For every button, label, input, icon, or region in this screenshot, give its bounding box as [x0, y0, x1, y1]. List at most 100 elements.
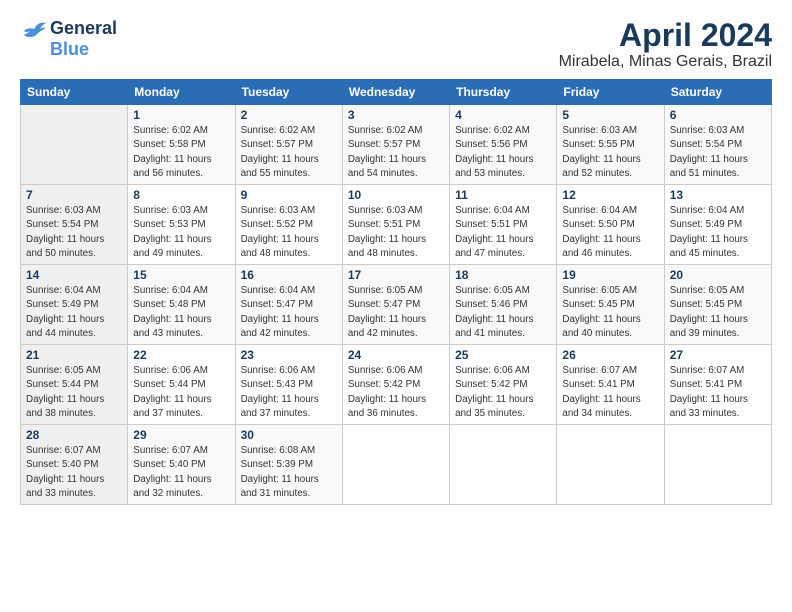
day-number: 9 — [241, 188, 337, 202]
day-info: Sunrise: 6:02 AM Sunset: 5:57 PM Dayligh… — [348, 124, 444, 181]
day-info: Sunrise: 6:07 AM Sunset: 5:40 PM Dayligh… — [26, 444, 122, 501]
title-block: April 2024 Mirabela, Minas Gerais, Brazi… — [559, 18, 772, 71]
day-number: 22 — [133, 348, 229, 362]
day-number: 26 — [562, 348, 658, 362]
day-info: Sunrise: 6:04 AM Sunset: 5:48 PM Dayligh… — [133, 284, 229, 341]
day-info: Sunrise: 6:04 AM Sunset: 5:51 PM Dayligh… — [455, 204, 551, 261]
calendar-cell: 22 Sunrise: 6:06 AM Sunset: 5:44 PM Dayli… — [128, 345, 235, 425]
header-tuesday: Tuesday — [235, 80, 342, 105]
page-title: April 2024 — [559, 18, 772, 53]
day-info: Sunrise: 6:03 AM Sunset: 5:53 PM Dayligh… — [133, 204, 229, 261]
calendar-cell: 7 Sunrise: 6:03 AM Sunset: 5:54 PM Daylig… — [21, 185, 128, 265]
day-info: Sunrise: 6:07 AM Sunset: 5:40 PM Dayligh… — [133, 444, 229, 501]
day-info: Sunrise: 6:03 AM Sunset: 5:55 PM Dayligh… — [562, 124, 658, 181]
header-thursday: Thursday — [450, 80, 557, 105]
day-info: Sunrise: 6:06 AM Sunset: 5:42 PM Dayligh… — [455, 364, 551, 421]
calendar-cell: 6Sunrise: 6:03 AM Sunset: 5:54 PM Daylig… — [664, 105, 771, 185]
calendar-cell: 10 Sunrise: 6:03 AM Sunset: 5:51 PM Dayli… — [342, 185, 449, 265]
day-number: 21 — [26, 348, 122, 362]
logo-bird-icon — [20, 19, 48, 39]
day-number: 23 — [241, 348, 337, 362]
header: General Blue April 2024 Mirabela, Minas … — [20, 18, 772, 71]
day-number: 19 — [562, 268, 658, 282]
day-info: Sunrise: 6:02 AM Sunset: 5:57 PM Dayligh… — [241, 124, 337, 181]
day-number: 6 — [670, 108, 766, 122]
day-number: 1 — [133, 108, 229, 122]
calendar-cell: 2 Sunrise: 6:02 AM Sunset: 5:57 PM Daylig… — [235, 105, 342, 185]
day-number: 7 — [26, 188, 122, 202]
logo-blue: Blue — [50, 39, 89, 60]
day-info: Sunrise: 6:05 AM Sunset: 5:45 PM Dayligh… — [670, 284, 766, 341]
calendar-cell: 17Sunrise: 6:05 AM Sunset: 5:47 PM Dayli… — [342, 265, 449, 345]
day-info: Sunrise: 6:08 AM Sunset: 5:39 PM Dayligh… — [241, 444, 337, 501]
day-info: Sunrise: 6:05 AM Sunset: 5:45 PM Dayligh… — [562, 284, 658, 341]
day-number: 12 — [562, 188, 658, 202]
day-number: 18 — [455, 268, 551, 282]
day-number: 10 — [348, 188, 444, 202]
calendar-cell: 1 Sunrise: 6:02 AM Sunset: 5:58 PM Daylig… — [128, 105, 235, 185]
day-number: 8 — [133, 188, 229, 202]
calendar-cell — [342, 425, 449, 505]
day-number: 25 — [455, 348, 551, 362]
table-row: 7 Sunrise: 6:03 AM Sunset: 5:54 PM Daylig… — [21, 185, 772, 265]
day-number: 15 — [133, 268, 229, 282]
day-number: 20 — [670, 268, 766, 282]
day-number: 11 — [455, 188, 551, 202]
day-info: Sunrise: 6:04 AM Sunset: 5:49 PM Dayligh… — [26, 284, 122, 341]
day-number: 24 — [348, 348, 444, 362]
calendar-cell: 28 Sunrise: 6:07 AM Sunset: 5:40 PM Dayli… — [21, 425, 128, 505]
calendar-cell: 14 Sunrise: 6:04 AM Sunset: 5:49 PM Dayli… — [21, 265, 128, 345]
day-number: 27 — [670, 348, 766, 362]
day-info: Sunrise: 6:06 AM Sunset: 5:44 PM Dayligh… — [133, 364, 229, 421]
calendar-header-row: Sunday Monday Tuesday Wednesday Thursday… — [21, 80, 772, 105]
header-wednesday: Wednesday — [342, 80, 449, 105]
calendar-cell: 15 Sunrise: 6:04 AM Sunset: 5:48 PM Dayli… — [128, 265, 235, 345]
day-number: 3 — [348, 108, 444, 122]
day-number: 2 — [241, 108, 337, 122]
calendar-cell: 4Sunrise: 6:02 AM Sunset: 5:56 PM Daylig… — [450, 105, 557, 185]
day-number: 29 — [133, 428, 229, 442]
calendar-cell: 19 Sunrise: 6:05 AM Sunset: 5:45 PM Dayli… — [557, 265, 664, 345]
calendar-cell: 18Sunrise: 6:05 AM Sunset: 5:46 PM Dayli… — [450, 265, 557, 345]
table-row: 28 Sunrise: 6:07 AM Sunset: 5:40 PM Dayli… — [21, 425, 772, 505]
calendar-cell: 16Sunrise: 6:04 AM Sunset: 5:47 PM Dayli… — [235, 265, 342, 345]
table-row: 21Sunrise: 6:05 AM Sunset: 5:44 PM Dayli… — [21, 345, 772, 425]
day-info: Sunrise: 6:04 AM Sunset: 5:47 PM Dayligh… — [241, 284, 337, 341]
calendar-cell: 8 Sunrise: 6:03 AM Sunset: 5:53 PM Daylig… — [128, 185, 235, 265]
calendar-cell: 11 Sunrise: 6:04 AM Sunset: 5:51 PM Dayli… — [450, 185, 557, 265]
calendar-cell: 12Sunrise: 6:04 AM Sunset: 5:50 PM Dayli… — [557, 185, 664, 265]
day-info: Sunrise: 6:07 AM Sunset: 5:41 PM Dayligh… — [562, 364, 658, 421]
calendar-cell: 24 Sunrise: 6:06 AM Sunset: 5:42 PM Dayli… — [342, 345, 449, 425]
logo: General Blue — [20, 18, 117, 60]
table-row: 14 Sunrise: 6:04 AM Sunset: 5:49 PM Dayli… — [21, 265, 772, 345]
calendar-cell: 25 Sunrise: 6:06 AM Sunset: 5:42 PM Dayli… — [450, 345, 557, 425]
logo-general: General — [50, 18, 117, 39]
day-number: 28 — [26, 428, 122, 442]
calendar-cell: 27 Sunrise: 6:07 AM Sunset: 5:41 PM Dayli… — [664, 345, 771, 425]
calendar-cell — [664, 425, 771, 505]
day-info: Sunrise: 6:03 AM Sunset: 5:54 PM Dayligh… — [26, 204, 122, 261]
calendar-cell: 13Sunrise: 6:04 AM Sunset: 5:49 PM Dayli… — [664, 185, 771, 265]
day-info: Sunrise: 6:03 AM Sunset: 5:51 PM Dayligh… — [348, 204, 444, 261]
calendar-cell: 5 Sunrise: 6:03 AM Sunset: 5:55 PM Daylig… — [557, 105, 664, 185]
day-number: 14 — [26, 268, 122, 282]
day-number: 5 — [562, 108, 658, 122]
page: General Blue April 2024 Mirabela, Minas … — [0, 0, 792, 612]
calendar-cell: 20 Sunrise: 6:05 AM Sunset: 5:45 PM Dayli… — [664, 265, 771, 345]
day-number: 30 — [241, 428, 337, 442]
calendar-cell — [21, 105, 128, 185]
header-saturday: Saturday — [664, 80, 771, 105]
day-number: 17 — [348, 268, 444, 282]
day-info: Sunrise: 6:07 AM Sunset: 5:41 PM Dayligh… — [670, 364, 766, 421]
day-info: Sunrise: 6:02 AM Sunset: 5:58 PM Dayligh… — [133, 124, 229, 181]
calendar-cell: 9Sunrise: 6:03 AM Sunset: 5:52 PM Daylig… — [235, 185, 342, 265]
day-info: Sunrise: 6:02 AM Sunset: 5:56 PM Dayligh… — [455, 124, 551, 181]
header-monday: Monday — [128, 80, 235, 105]
calendar-cell: 21Sunrise: 6:05 AM Sunset: 5:44 PM Dayli… — [21, 345, 128, 425]
calendar-cell — [557, 425, 664, 505]
calendar-cell: 30 Sunrise: 6:08 AM Sunset: 5:39 PM Dayli… — [235, 425, 342, 505]
day-info: Sunrise: 6:04 AM Sunset: 5:49 PM Dayligh… — [670, 204, 766, 261]
day-info: Sunrise: 6:06 AM Sunset: 5:42 PM Dayligh… — [348, 364, 444, 421]
calendar-cell: 26 Sunrise: 6:07 AM Sunset: 5:41 PM Dayli… — [557, 345, 664, 425]
calendar-cell: 29 Sunrise: 6:07 AM Sunset: 5:40 PM Dayli… — [128, 425, 235, 505]
